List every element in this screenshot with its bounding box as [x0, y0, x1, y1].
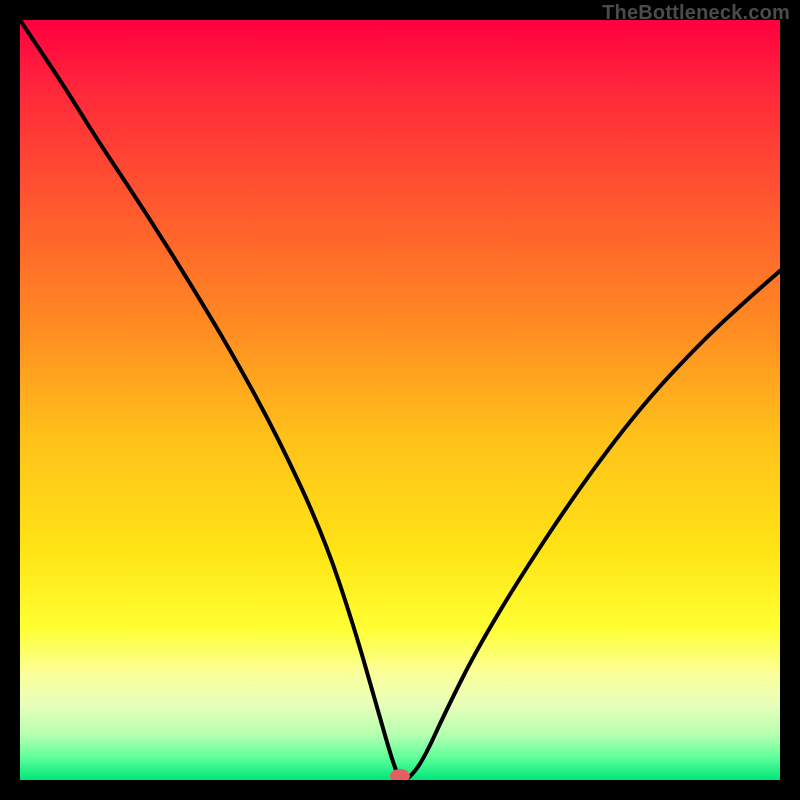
plot-area [20, 20, 780, 780]
bottleneck-chart [20, 20, 780, 780]
gradient-background [20, 20, 780, 780]
watermark-text: TheBottleneck.com [602, 2, 790, 25]
chart-frame: TheBottleneck.com [0, 0, 800, 800]
